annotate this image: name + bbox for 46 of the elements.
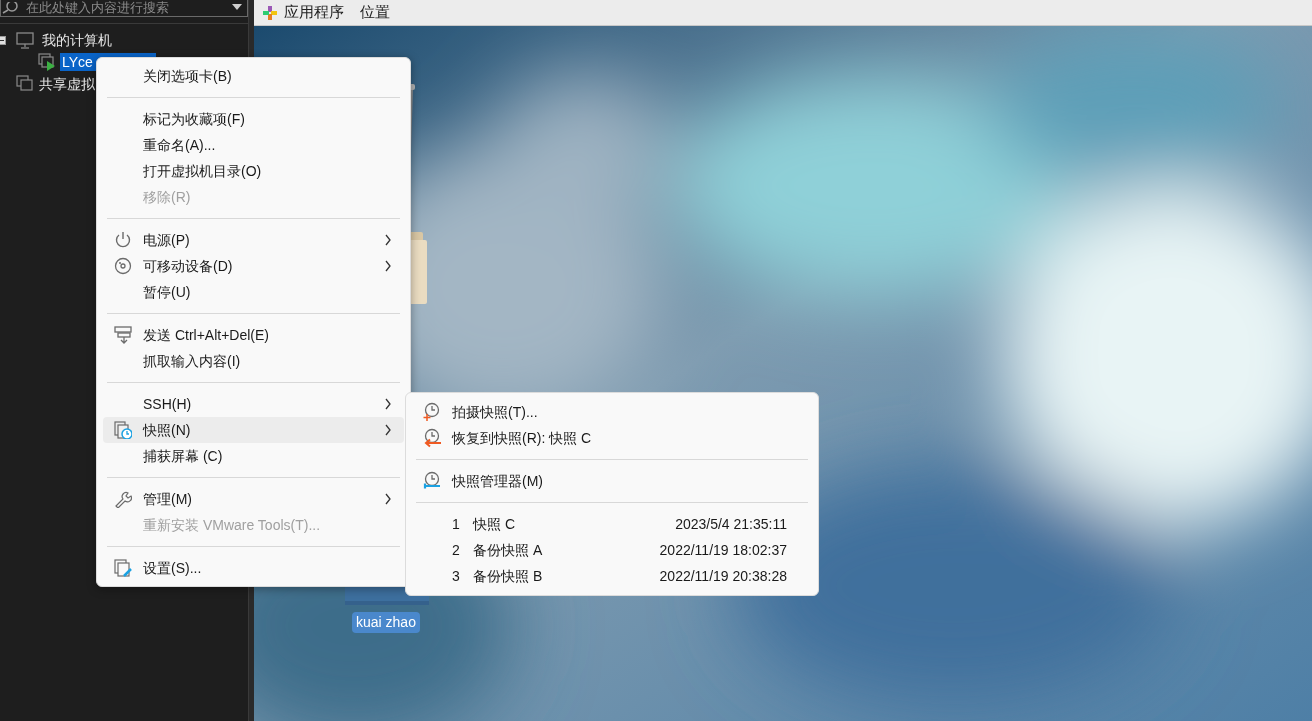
disc-icon [114,257,132,275]
menu-item[interactable]: 管理(M) [103,486,404,512]
snapshot-date: 2023/5/4 21:35:11 [675,514,787,534]
menu-item[interactable]: 关闭选项卡(B) [103,63,404,89]
collapse-icon[interactable] [0,35,6,45]
menu-button[interactable]: 应用程序 [284,1,344,24]
snapshot-clock-icon [114,421,132,439]
snapshot-number: 1 [452,514,461,534]
snapshot-item[interactable]: 快照 C [473,513,515,535]
menu-item[interactable]: 暂停(U) [103,279,404,305]
menu-item[interactable]: 重命名(A)... [103,132,404,158]
logo-icon [262,4,278,21]
menu-item[interactable]: 可移动设备(D) [103,253,404,279]
menu-item[interactable]: 设置(S)... [103,555,404,581]
power-icon [114,231,132,249]
menu-button[interactable]: 位置 [360,1,390,24]
tree-item[interactable]: 我的计算机 [40,31,114,49]
dropdown-caret-icon [231,4,243,12]
snapshot-date: 2022/11/19 20:38:28 [659,566,787,586]
snapshot-item[interactable]: 备份快照 A [473,539,543,561]
snapshot-date: 2022/11/19 18:02:37 [659,540,787,560]
snapshot-number: 2 [452,540,461,560]
menu-item[interactable]: 打开虚拟机目录(O) [103,158,404,184]
icon-label[interactable]: kuai zhao [352,612,420,633]
tree-item[interactable]: 共享虚拟 [37,75,97,93]
menu-item[interactable]: 抓取输入内容(I) [103,348,404,374]
menu-item[interactable]: 快照(N) [103,417,404,443]
menu-item[interactable]: 快照管理器(M) [412,468,812,494]
menu-item[interactable]: 恢复到快照(R): 快照 C [412,425,812,451]
snapshot-item[interactable]: 备份快照 B [473,565,543,587]
settings-icon [114,559,132,577]
menu-item[interactable]: 捕获屏幕 (C) [103,443,404,469]
clock-plus-icon [422,402,442,422]
computer-icon [16,31,34,49]
snapshot-number: 3 [452,566,461,586]
menu-item[interactable]: 拍摄快照(T)... [412,399,812,425]
menu-item[interactable]: 标记为收藏项(F) [103,106,404,132]
keyboard-arrow-icon [114,326,132,344]
search-field[interactable]: 在此处键入内容进行搜索 [0,0,248,17]
clock-arrow-icon [422,428,442,448]
menu-item[interactable]: 电源(P) [103,227,404,253]
menu-item[interactable]: SSH(H) [103,391,404,417]
search-icon [2,2,18,14]
wrench-icon [114,490,132,508]
menu-item[interactable]: 发送 Ctrl+Alt+Del(E) [103,322,404,348]
shared-vm-icon [16,75,34,93]
